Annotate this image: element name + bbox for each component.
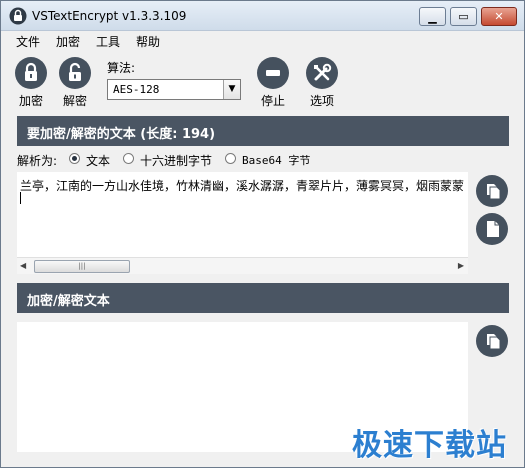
close-button[interactable]: ✕: [481, 7, 517, 26]
stop-button[interactable]: 停止: [253, 57, 293, 109]
radio-text-label[interactable]: 文本: [86, 152, 110, 169]
menu-encrypt[interactable]: 加密: [56, 33, 80, 50]
window-title: VSTextEncrypt v1.3.3.109: [32, 9, 187, 23]
parse-label: 解析为:: [17, 154, 58, 168]
scroll-right-icon[interactable]: ▶: [458, 261, 464, 270]
decrypt-button[interactable]: 解密: [55, 57, 95, 109]
tools-icon: [306, 57, 338, 89]
watermark: 极速下载站: [352, 428, 507, 463]
minimize-icon: ▁: [428, 11, 437, 24]
text-caret: [20, 192, 21, 204]
radio-text[interactable]: [69, 153, 80, 164]
app-window: VSTextEncrypt v1.3.3.109 ▁ ▭ ✕ 文件 加密 工具 …: [0, 0, 525, 468]
options-button[interactable]: 选项: [302, 57, 342, 109]
algorithm-label: 算法:: [107, 61, 136, 75]
radio-base64[interactable]: [225, 153, 236, 164]
input-section-header: 要加密/解密的文本 (长度: 194): [17, 116, 509, 146]
radio-base64-label[interactable]: Base64 字节: [242, 152, 310, 168]
stop-label: 停止: [260, 94, 285, 108]
algorithm-select[interactable]: AES-128 ▼: [107, 79, 241, 100]
radio-hex[interactable]: [123, 153, 134, 164]
output-section-header: 加密/解密文本: [17, 283, 509, 313]
minimize-button[interactable]: ▁: [419, 7, 446, 26]
horizontal-scrollbar[interactable]: ◀ ||| ▶: [17, 257, 468, 274]
scrollbar-thumb[interactable]: |||: [34, 260, 130, 273]
scroll-left-icon[interactable]: ◀: [20, 261, 26, 270]
encrypt-button[interactable]: 加密: [11, 57, 51, 109]
paste-button[interactable]: [476, 175, 508, 207]
copy-icon: [487, 184, 501, 200]
chevron-down-icon[interactable]: ▼: [223, 80, 240, 99]
algorithm-value: AES-128: [113, 83, 160, 96]
close-icon: ✕: [494, 10, 504, 23]
radio-hex-label[interactable]: 十六进制字节: [140, 152, 212, 169]
encrypt-label: 加密: [18, 94, 43, 108]
decrypt-label: 解密: [62, 94, 87, 108]
menu-tools[interactable]: 工具: [96, 33, 120, 50]
toolbar: 加密 解密 停止 选项: [1, 51, 524, 111]
menu-bar: 文件 加密 工具 帮助: [1, 31, 524, 51]
maximize-icon: ▭: [458, 10, 469, 23]
stop-icon: [257, 57, 289, 89]
file-icon: [487, 221, 499, 237]
menu-file[interactable]: 文件: [16, 33, 40, 50]
lock-closed-icon: [15, 57, 47, 89]
input-text-area[interactable]: 兰亭，江南的一方山水佳境，竹林清幽，溪水潺潺，青翠片片，薄雾冥冥，烟雨蒙蒙: [17, 172, 468, 259]
options-label: 选项: [309, 94, 334, 108]
title-bar[interactable]: VSTextEncrypt v1.3.3.109 ▁ ▭ ✕: [1, 1, 524, 31]
app-lock-icon: [9, 7, 27, 25]
lock-open-icon: [59, 57, 91, 89]
copy-output-button[interactable]: [476, 325, 508, 357]
copy-icon: [487, 334, 501, 350]
menu-help[interactable]: 帮助: [136, 33, 160, 50]
parse-options-row: 解析为: 文本 十六进制字节 Base64 字节: [17, 152, 509, 168]
input-text: 兰亭，江南的一方山水佳境，竹林清幽，溪水潺潺，青翠片片，薄雾冥冥，烟雨蒙蒙: [20, 179, 465, 193]
new-file-button[interactable]: [476, 213, 508, 245]
maximize-button[interactable]: ▭: [450, 7, 477, 26]
